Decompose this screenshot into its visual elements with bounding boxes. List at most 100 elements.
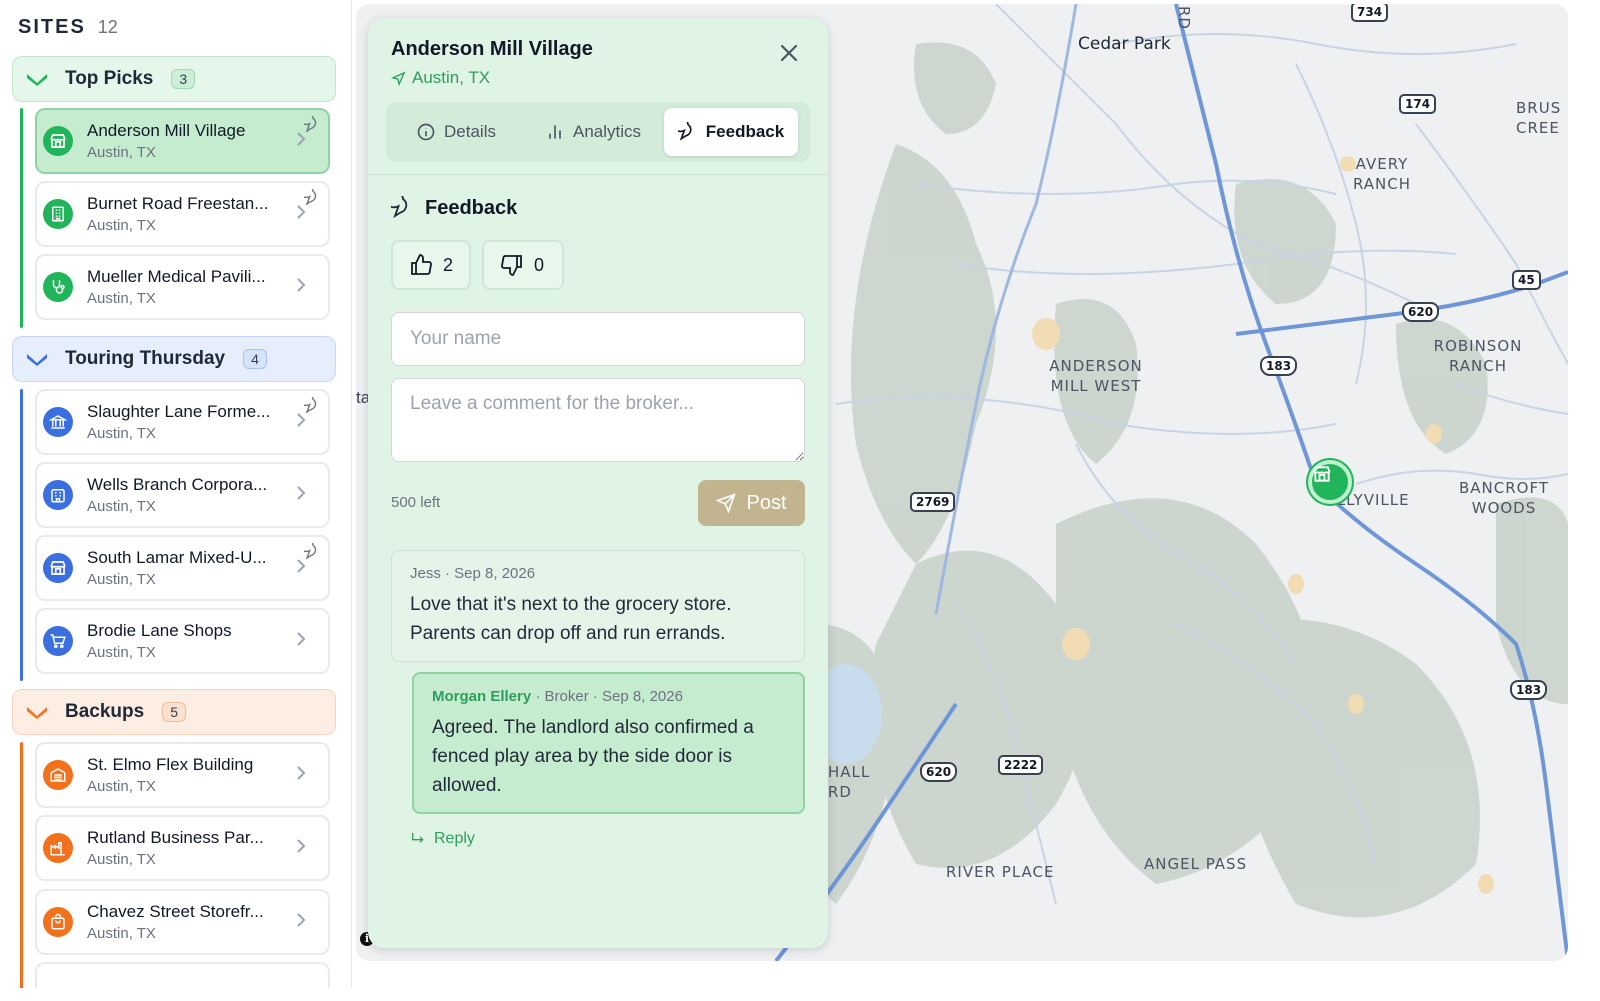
close-button[interactable] <box>778 42 800 64</box>
sites-sidebar: SITES 12 Top Picks 3 Anderson Mill Villa… <box>0 0 352 988</box>
panel-title: Anderson Mill Village <box>391 38 593 60</box>
sites-title: SITES <box>18 16 86 38</box>
chevron-down-icon <box>25 702 49 722</box>
send-icon <box>716 493 737 513</box>
comment-textarea[interactable] <box>391 378 805 462</box>
site-name: Rutland Business Par... <box>87 828 264 847</box>
site-city: Austin, TX <box>87 290 156 307</box>
thumbs-down-count: 0 <box>534 254 545 275</box>
feedback-section-title: Feedback <box>391 196 517 220</box>
group-rail <box>20 742 23 988</box>
bank-icon <box>43 407 73 437</box>
site-card-chavez-street[interactable]: Chavez Street Storefr... Austin, TX <box>35 889 330 955</box>
reply-button[interactable]: Reply <box>410 830 475 848</box>
site-city: Austin, TX <box>87 144 156 161</box>
thumbs-up-icon <box>411 254 432 275</box>
chevron-right-icon <box>296 632 306 651</box>
site-city: Austin, TX <box>87 778 156 795</box>
tab-details[interactable]: Details <box>390 108 522 156</box>
sites-header: SITES 12 <box>18 16 118 39</box>
storefront-icon <box>1313 466 1331 482</box>
group-name: Backups <box>65 701 145 722</box>
group-rail <box>20 389 23 681</box>
site-card-mueller-medical[interactable]: Mueller Medical Pavili... Austin, TX <box>35 254 330 320</box>
storefront-icon <box>43 126 73 156</box>
map-label-angel-pass: ANGEL PASS <box>1144 855 1248 873</box>
site-city: Austin, TX <box>87 425 156 442</box>
group-header-touring-thursday[interactable]: Touring Thursday 4 <box>12 336 336 382</box>
characters-left: 500 left <box>391 494 441 511</box>
comment-meta: Jess · Sep 8, 2026 <box>410 565 536 582</box>
tab-feedback[interactable]: Feedback <box>664 108 798 156</box>
group-count-badge: 3 <box>171 69 196 89</box>
comment-bubble-icon <box>298 184 322 212</box>
site-name: Slaughter Lane Forme... <box>87 402 271 421</box>
highway-shield: 174 <box>1399 94 1437 114</box>
site-city: Austin, TX <box>87 851 156 868</box>
site-card-brodie-lane[interactable]: Brodie Lane Shops Austin, TX <box>35 608 330 674</box>
map-label-brushy-creek: BRUS CREE <box>1516 99 1562 137</box>
site-name: Anderson Mill Village <box>87 121 246 140</box>
chevron-down-icon <box>25 69 49 89</box>
name-input[interactable] <box>391 312 805 366</box>
warehouse-icon <box>43 760 73 790</box>
highway-shield: 183 <box>1510 680 1548 700</box>
chevron-right-icon <box>296 766 306 785</box>
highway-shield: 45 <box>1512 270 1541 290</box>
comment-card: Jess · Sep 8, 2026 Love that it's next t… <box>391 550 805 662</box>
reply-body: Agreed. The landlord also confirmed a fe… <box>432 717 754 796</box>
chevron-right-icon <box>296 278 306 297</box>
reply-arrow-icon <box>412 833 424 843</box>
post-button[interactable]: Post <box>698 480 805 526</box>
thumbs-up-count: 2 <box>443 254 454 275</box>
chevron-right-icon <box>296 132 306 151</box>
site-card-partial[interactable] <box>35 962 330 988</box>
chevron-right-icon <box>296 205 306 224</box>
site-city: Austin, TX <box>87 925 156 942</box>
reply-label: Reply <box>434 830 475 847</box>
bar-chart-icon <box>549 125 561 139</box>
group-header-top-picks[interactable]: Top Picks 3 <box>12 56 336 102</box>
highway-shield: 183 <box>1260 356 1298 376</box>
map-pin-selected-site[interactable] <box>1308 460 1352 504</box>
post-label: Post <box>746 491 787 514</box>
panel-location-text: Austin, TX <box>412 68 491 87</box>
building-icon <box>43 199 73 229</box>
factory-icon <box>43 833 73 863</box>
tab-analytics[interactable]: Analytics <box>528 108 658 156</box>
site-card-slaughter-lane[interactable]: Slaughter Lane Forme... Austin, TX <box>35 389 330 455</box>
map-label-anderson-mill-west: ANDERSON MILL WEST <box>1049 357 1143 395</box>
divider <box>368 174 828 175</box>
map-label-cedar-park: Cedar Park <box>1078 34 1171 54</box>
comment-bubble-icon <box>677 122 692 141</box>
site-card-burnet-road[interactable]: Burnet Road Freestan... Austin, TX <box>35 181 330 247</box>
map-label-rd: RD <box>1174 6 1193 30</box>
site-name: Chavez Street Storefr... <box>87 902 264 921</box>
site-card-south-lamar[interactable]: South Lamar Mixed-U... Austin, TX <box>35 535 330 601</box>
site-card-anderson-mill-village[interactable]: Anderson Mill Village Austin, TX <box>35 108 330 174</box>
highway-shield: 734 <box>1351 4 1389 22</box>
stethoscope-icon <box>43 272 73 302</box>
panel-location: Austin, TX <box>391 68 490 88</box>
thumbs-down-button[interactable]: 0 <box>482 240 564 290</box>
site-name: Wells Branch Corpora... <box>87 475 268 494</box>
storefront-icon <box>43 553 73 583</box>
comment-bubble-icon <box>298 538 322 566</box>
site-name: St. Elmo Flex Building <box>87 755 254 774</box>
shopping-bag-icon <box>43 907 73 937</box>
comment-bubble-icon <box>391 196 408 219</box>
site-city: Austin, TX <box>87 644 156 661</box>
tab-label: Feedback <box>705 122 785 141</box>
site-city: Austin, TX <box>87 498 156 515</box>
group-header-backups[interactable]: Backups 5 <box>12 689 336 735</box>
site-card-rutland[interactable]: Rutland Business Par... Austin, TX <box>35 815 330 881</box>
sites-count: 12 <box>97 17 118 37</box>
site-card-wells-branch[interactable]: Wells Branch Corpora... Austin, TX <box>35 462 330 528</box>
thumbs-up-button[interactable]: 2 <box>391 240 471 290</box>
site-city: Austin, TX <box>87 571 156 588</box>
site-name: Mueller Medical Pavili... <box>87 267 266 286</box>
panel-tabs: Details Analytics Feedback <box>386 102 810 162</box>
highway-shield: 620 <box>920 762 958 782</box>
site-card-st-elmo[interactable]: St. Elmo Flex Building Austin, TX <box>35 742 330 808</box>
highway-shield: 2222 <box>998 755 1044 775</box>
